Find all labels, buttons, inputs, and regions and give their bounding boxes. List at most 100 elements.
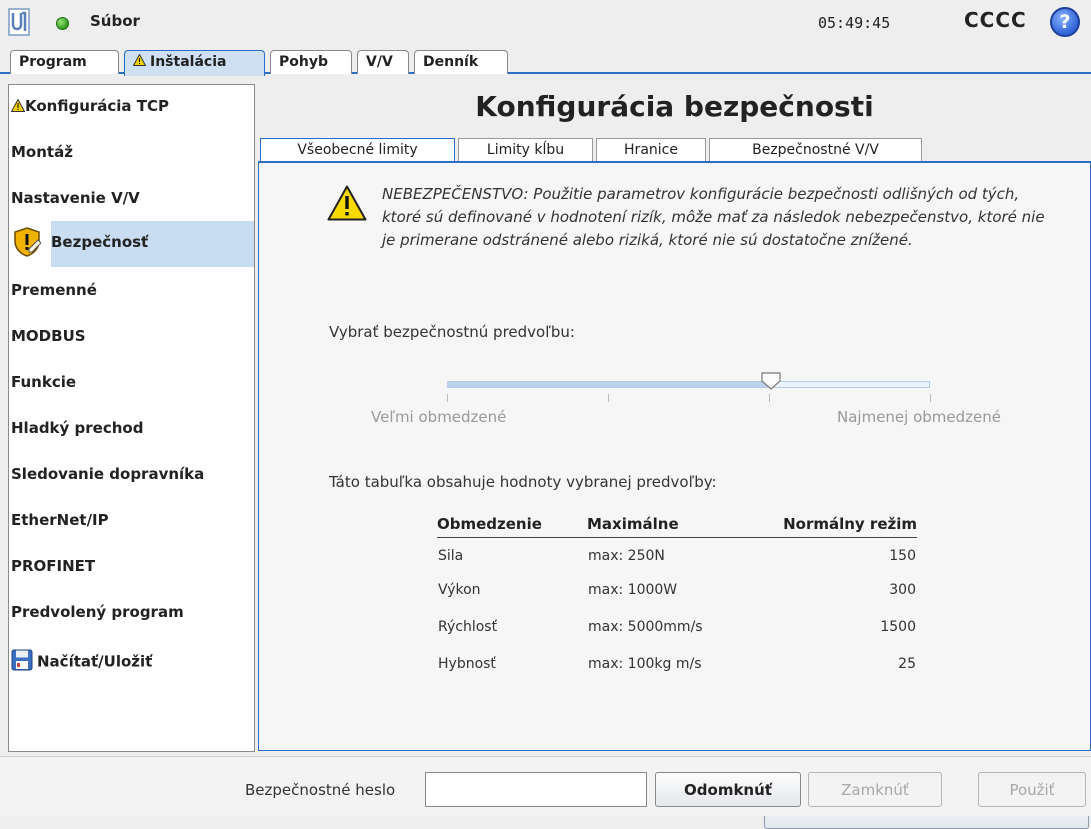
content-pane: Konfigurácia bezpečnosti Všeobecné limit… [258, 84, 1091, 829]
tab-label: Všeobecné limity [297, 142, 418, 158]
tab-installation[interactable]: Inštalácia [124, 50, 265, 76]
table-row: Hybnosť max: 100kg m/s 25 [437, 648, 917, 685]
tab-label: Limity kĺbu [486, 142, 565, 158]
password-label: Bezpečnostné heslo [245, 781, 396, 799]
slider-handle[interactable] [760, 372, 782, 394]
help-icon[interactable]: ? [1050, 7, 1080, 37]
apply-button[interactable]: Použiť [978, 772, 1086, 807]
tab-joint-limits[interactable]: Limity kĺbu [458, 138, 593, 162]
sidebar-item-label: Hladký prechod [11, 419, 144, 437]
sidebar-item-tcp-config[interactable]: Konfigurácia TCP [9, 85, 254, 131]
table-cell: Rýchlosť [438, 619, 498, 635]
sidebar-item-default-program[interactable]: Predvolený program [9, 591, 254, 637]
slider-tick [608, 394, 609, 402]
sidebar-item-load-save[interactable]: Načítať/Uložiť [9, 637, 254, 683]
installation-sidebar: Konfigurácia TCP Montáž Nastavenie V/V B… [8, 84, 255, 752]
table-cell: 1500 [880, 619, 916, 635]
sidebar-item-label: Konfigurácia TCP [25, 97, 170, 115]
tab-label: Inštalácia [150, 54, 227, 70]
bottom-bar: Bezpečnostné heslo Odomknúť Zamknúť Použ… [0, 756, 1091, 816]
tab-label: V/V [366, 54, 393, 70]
table-row: Výkon max: 1000W 300 [437, 574, 917, 611]
slider-max-label: Najmenej obmedzené [837, 408, 1001, 426]
limits-table: Obmedzenie Maximálne Normálny režim Sila… [437, 513, 917, 685]
sidebar-item-label: Premenné [11, 281, 97, 299]
column-header: Obmedzenie [437, 513, 587, 538]
tab-boundaries[interactable]: Hranice [596, 138, 706, 162]
sidebar-item-io-setup[interactable]: Nastavenie V/V [9, 177, 254, 223]
tab-move[interactable]: Pohyb [270, 50, 352, 74]
clock: 05:49:45 [818, 14, 891, 32]
warning-icon [132, 53, 147, 70]
sidebar-item-mounting[interactable]: Montáž [9, 131, 254, 177]
tab-label: Program [19, 54, 87, 70]
warning-icon [10, 97, 26, 116]
table-cell: 150 [889, 547, 916, 564]
main-tabs: Program Inštalácia Pohyb V/V Denník [0, 48, 1091, 76]
sidebar-item-label: Bezpečnosť [51, 233, 149, 251]
slider-tick [769, 394, 770, 402]
file-menu[interactable]: Súbor [90, 12, 140, 30]
sidebar-item-safety[interactable]: Bezpečnosť [51, 221, 254, 267]
sidebar-item-variables[interactable]: Premenné [9, 269, 254, 315]
table-cell: 25 [898, 656, 916, 672]
tab-label: Denník [423, 54, 479, 70]
sidebar-item-modbus[interactable]: MODBUS [9, 315, 254, 361]
sidebar-item-ethernet-ip[interactable]: EtherNet/IP [9, 499, 254, 545]
danger-notice: NEBEZPEČENSTVO: Použitie parametrov konf… [382, 185, 1045, 249]
table-cell: Výkon [438, 582, 481, 598]
safety-subtabs: Všeobecné limity Limity kĺbu Hranice Bez… [258, 138, 1091, 162]
tab-general-limits[interactable]: Všeobecné limity [260, 138, 455, 162]
unlock-button[interactable]: Odomknúť [655, 772, 801, 807]
sidebar-item-conveyor-tracking[interactable]: Sledovanie dopravníka [9, 453, 254, 499]
danger-warning-icon [327, 185, 367, 225]
ur-logo-icon [8, 8, 30, 36]
table-cell: max: 5000mm/s [588, 619, 703, 635]
sidebar-item-label: Predvolený program [11, 603, 184, 621]
sidebar-item-label: MODBUS [11, 327, 86, 345]
tab-safety-io[interactable]: Bezpečnostné V/V [709, 138, 922, 162]
tab-label: Pohyb [279, 54, 328, 70]
sidebar-item-label: EtherNet/IP [11, 511, 109, 529]
tab-label: Hranice [624, 142, 678, 158]
sidebar-item-features[interactable]: Funkcie [9, 361, 254, 407]
table-cell: max: 250N [588, 547, 665, 564]
safety-shield-icon [13, 227, 42, 261]
sidebar-item-profinet[interactable]: PROFINET [9, 545, 254, 591]
slider-min-label: Veľmi obmedzené [371, 408, 507, 426]
table-row: Rýchlosť max: 5000mm/s 1500 [437, 611, 917, 648]
table-cell: max: 100kg m/s [588, 656, 702, 672]
sidebar-item-smooth-transition[interactable]: Hladký prechod [9, 407, 254, 453]
slider-fill [447, 382, 771, 387]
general-limits-panel: NEBEZPEČENSTVO: Použitie parametrov konf… [258, 161, 1091, 829]
lock-button[interactable]: Zamknúť [808, 772, 942, 807]
table-row: Sila max: 250N 150 [437, 537, 917, 574]
column-header: Maximálne [587, 513, 762, 538]
robot-name: CCCC [964, 8, 1027, 32]
table-header-row: Obmedzenie Maximálne Normálny režim [437, 513, 917, 538]
table-cell: max: 1000W [588, 582, 678, 598]
sidebar-item-label: Načítať/Uložiť [37, 652, 153, 671]
tab-io[interactable]: V/V [357, 50, 409, 74]
slider-tick [930, 394, 931, 402]
column-header: Normálny režim [762, 513, 917, 538]
tab-program[interactable]: Program [10, 50, 119, 74]
preset-label: Vybrať bezpečnostnú predvoľbu: [329, 323, 575, 341]
page-title: Konfigurácia bezpečnosti [475, 90, 874, 123]
sidebar-item-label: Sledovanie dopravníka [11, 465, 205, 483]
sidebar-item-label: Nastavenie V/V [11, 189, 140, 207]
table-caption: Táto tabuľka obsahuje hodnoty vybranej p… [329, 473, 717, 491]
safety-password-input[interactable] [425, 772, 647, 807]
sidebar-item-label: Montáž [11, 143, 73, 161]
tab-log[interactable]: Denník [414, 50, 508, 74]
sidebar-item-label: PROFINET [11, 557, 96, 575]
robot-status-icon [56, 17, 69, 30]
slider-tick [447, 394, 448, 402]
tab-label: Bezpečnostné V/V [752, 142, 879, 158]
top-bar: Súbor 05:49:45 CCCC ? [0, 0, 1091, 48]
table-cell: Hybnosť [438, 656, 496, 672]
sidebar-item-label: Funkcie [11, 373, 77, 391]
save-disk-icon [11, 649, 33, 675]
table-cell: 300 [889, 582, 916, 598]
table-cell: Sila [438, 547, 464, 564]
